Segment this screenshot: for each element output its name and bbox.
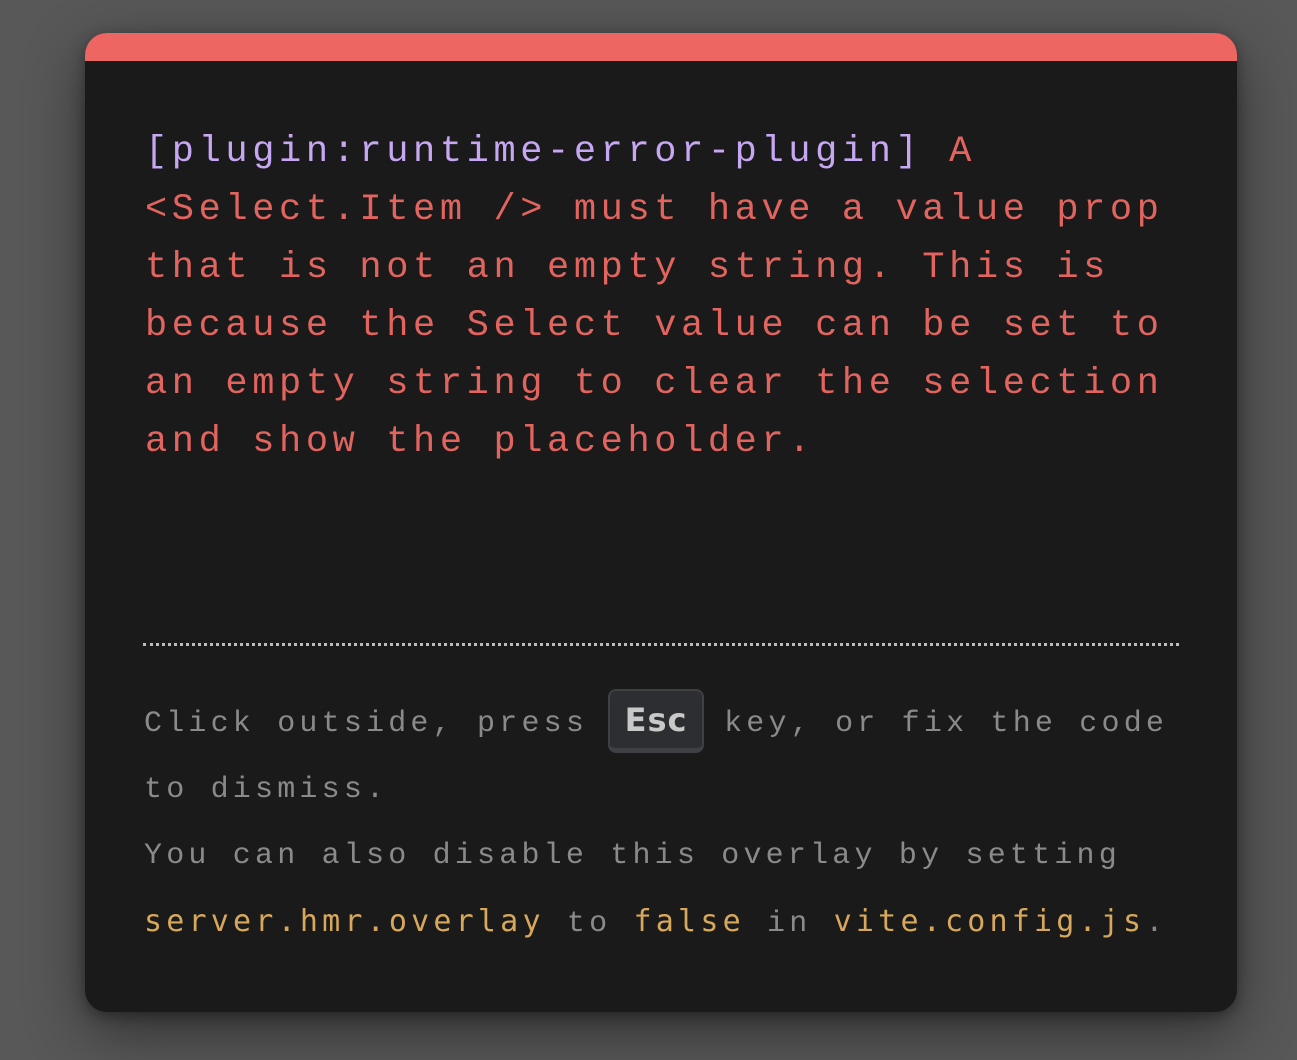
tip-before-key: Click outside, press: [144, 707, 589, 741]
config-key-code: server.hmr.overlay: [144, 904, 545, 939]
tip-after-key: key, or fix the code: [724, 707, 1169, 741]
error-message: [plugin:runtime-error-plugin] A <Select.…: [145, 123, 1195, 471]
tip-in-word: in: [744, 907, 834, 941]
error-message-text: A <Select.Item /> must have a value prop…: [145, 131, 1191, 463]
tip-line-3: You can also disable this overlay by set…: [144, 839, 1121, 873]
tip-to-word: to: [544, 907, 634, 941]
plugin-name: [plugin:runtime-error-plugin]: [145, 131, 923, 173]
tip-line-4: server.hmr.overlay to false in vite.conf…: [144, 889, 1204, 955]
tip-line-2: to dismiss.: [144, 773, 389, 807]
tip-period: .: [1145, 907, 1168, 941]
config-file-code: vite.config.js: [833, 904, 1146, 939]
error-overlay-window: [plugin:runtime-error-plugin] A <Select.…: [85, 33, 1237, 1012]
esc-key[interactable]: Esc: [608, 689, 705, 754]
dismiss-tip: Click outside, press Esc key, or fix the c…: [144, 689, 1204, 955]
divider: [143, 643, 1179, 646]
tip-line-1: Click outside, press Esc key, or fix the c…: [144, 689, 1204, 757]
error-accent-bar: [85, 33, 1237, 61]
false-value-code: false: [633, 904, 745, 939]
